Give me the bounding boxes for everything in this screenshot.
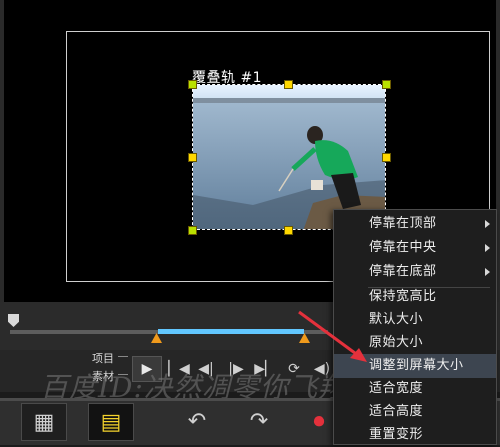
- trim-range: [158, 329, 304, 334]
- redo-icon[interactable]: ↷: [236, 403, 282, 441]
- submenu-arrow-icon: [485, 220, 490, 228]
- resize-handle-top-right[interactable]: [382, 80, 391, 89]
- resize-handle-top-left[interactable]: [188, 80, 197, 89]
- undo-icon[interactable]: ↶: [174, 403, 220, 441]
- resize-handle-bottom-left[interactable]: [188, 226, 197, 235]
- annotation-arrow-icon: [298, 310, 367, 362]
- menu-item-dock-center[interactable]: 停靠在中央: [334, 236, 496, 260]
- menu-item-fit-width[interactable]: 适合宽度: [334, 377, 496, 401]
- project-label: 项目: [92, 352, 114, 365]
- mode-divider: [118, 356, 128, 357]
- submenu-arrow-icon: [485, 244, 490, 252]
- resize-handle-right[interactable]: [382, 153, 391, 162]
- timeline-view-button[interactable]: ▤: [88, 403, 134, 441]
- menu-item-dock-bottom[interactable]: 停靠在底部: [334, 260, 496, 284]
- submenu-arrow-icon: [485, 268, 490, 276]
- menu-item-keep-aspect-ratio[interactable]: 保持宽高比: [334, 285, 496, 309]
- resize-handle-top[interactable]: [284, 80, 293, 89]
- menu-item-dock-top[interactable]: 停靠在顶部: [334, 212, 496, 236]
- menu-item-reset-transform[interactable]: 重置变形: [334, 423, 496, 447]
- resize-handle-bottom[interactable]: [284, 226, 293, 235]
- storyboard-view-button[interactable]: ▦: [21, 403, 67, 441]
- menu-item-fit-height[interactable]: 适合高度: [334, 400, 496, 424]
- resize-handle-left[interactable]: [188, 153, 197, 162]
